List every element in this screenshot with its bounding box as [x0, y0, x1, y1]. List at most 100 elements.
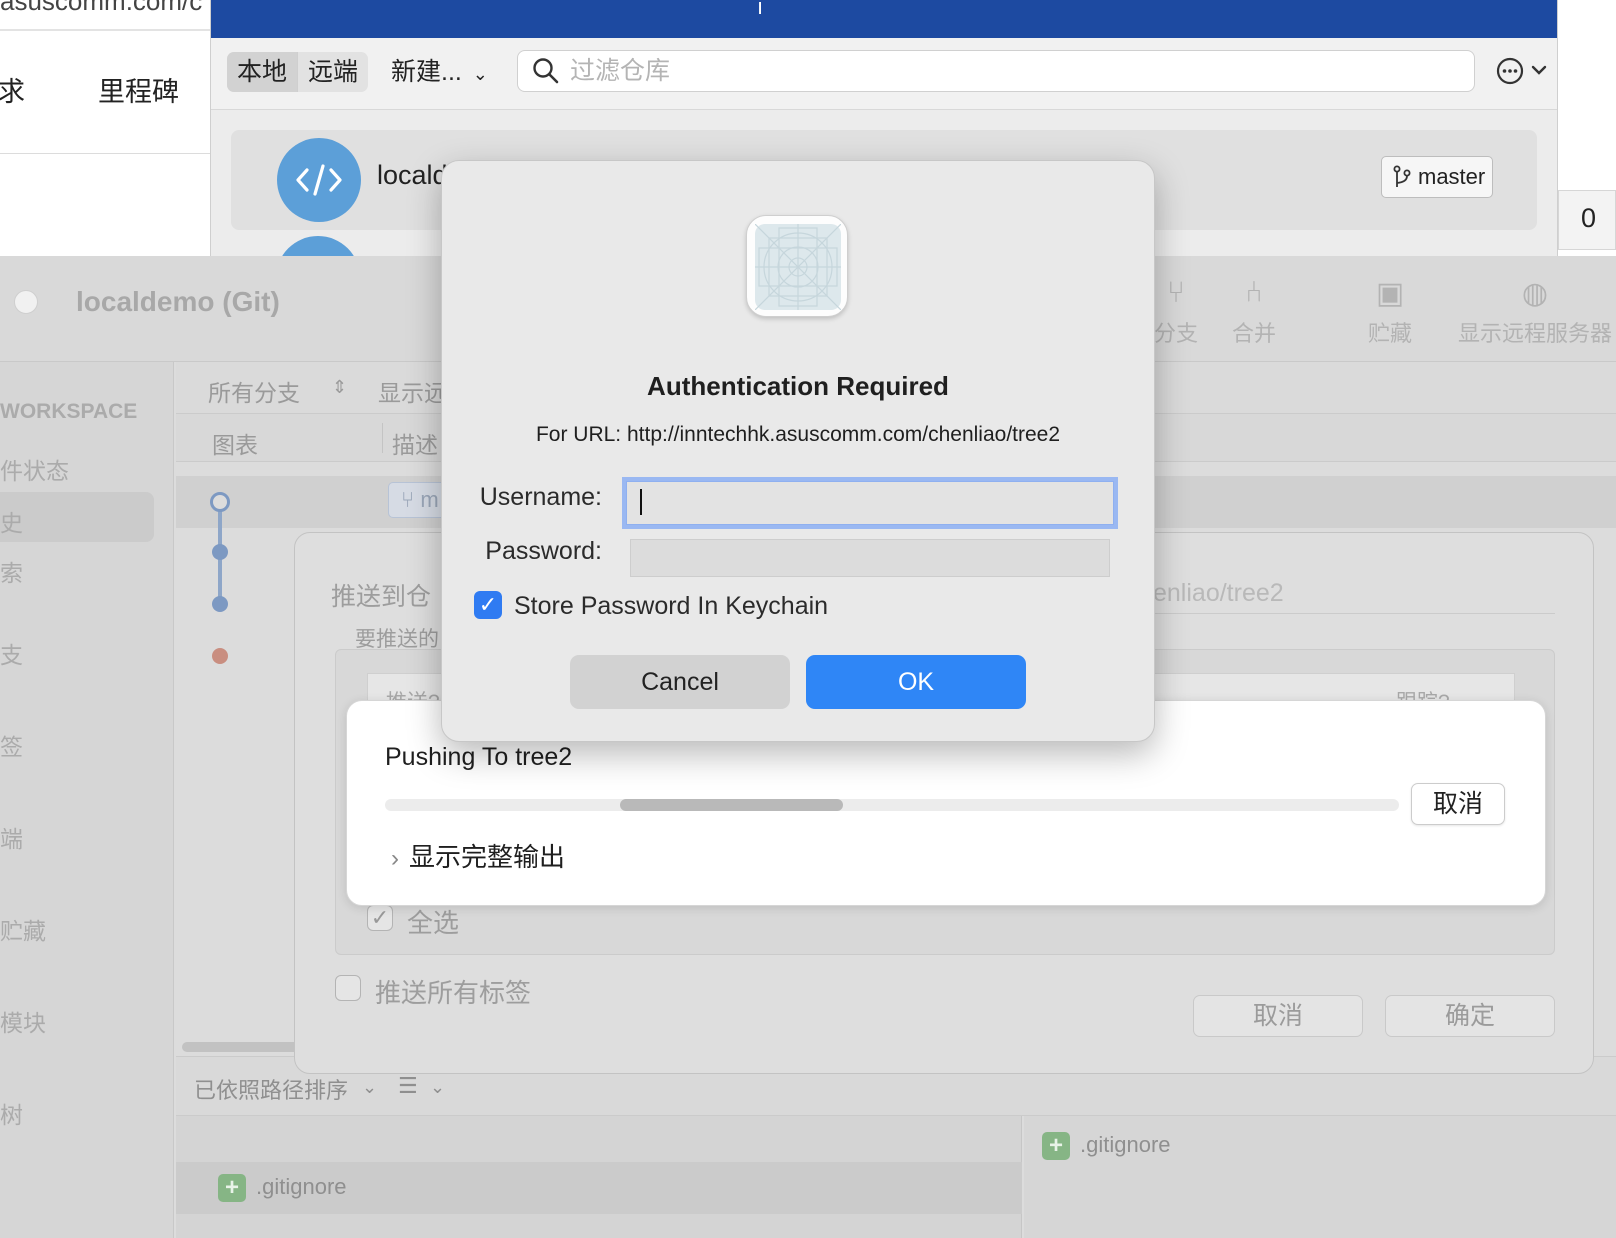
sidebar-item-branches[interactable]: 支 — [0, 636, 23, 670]
globe-icon: ◍ — [1521, 277, 1549, 310]
merge-icon: ⑃ — [1245, 276, 1263, 309]
graph-commit-dot — [212, 648, 228, 664]
sidebar-item-history[interactable]: 史 — [0, 504, 23, 538]
diff-pane: + .gitignore — [1024, 1116, 1616, 1238]
sidebar-item-file-status[interactable]: 件状态 — [0, 452, 69, 486]
column-description[interactable]: 描述 — [392, 426, 438, 460]
filter-repositories-input[interactable] — [570, 55, 1450, 87]
sidebar-item-tags[interactable]: 签 — [0, 728, 23, 762]
username-field[interactable] — [626, 481, 1114, 525]
graph-commit-dot — [212, 544, 228, 560]
toolbar-stash[interactable]: ▣ 贮藏 — [1368, 276, 1412, 348]
toolbar-branch[interactable]: ⑂ 分支 — [1154, 276, 1198, 348]
store-password-checkbox[interactable]: ✓ — [474, 591, 502, 619]
push-all-tags-checkbox[interactable] — [335, 975, 361, 1001]
auth-title: Authentication Required — [647, 371, 949, 401]
toolbar-stash-label: 贮藏 — [1368, 321, 1413, 346]
push-cancel-button[interactable]: 取消 — [1193, 995, 1363, 1037]
all-branches-select[interactable]: 所有分支 — [208, 374, 300, 408]
chevron-down-icon: ⌄ — [472, 64, 488, 84]
graph-commit-dot — [210, 492, 230, 512]
toolbar-merge[interactable]: ⑃ 合并 — [1232, 276, 1276, 348]
progress-title: Pushing To tree2 — [385, 743, 573, 771]
remote-url-fragment: enliao/tree2 — [1153, 579, 1284, 607]
branch-button[interactable]: master — [1381, 156, 1493, 198]
code-icon — [277, 138, 361, 222]
segment-remote[interactable]: 远端 — [297, 52, 368, 92]
window-close-button[interactable] — [14, 290, 38, 314]
repo-browser-titlebar: ı — [211, 0, 1557, 38]
more-options-button[interactable] — [1495, 56, 1553, 91]
side-counter: 0 — [1558, 190, 1616, 250]
graph-commit-dot — [212, 596, 228, 612]
updown-chevron-icon: ⇕ — [332, 377, 348, 397]
sidebar-header-workspace: WORKSPACE — [0, 400, 138, 423]
sidebar-item-submodules[interactable]: 模块 — [0, 1004, 46, 1038]
auth-cancel-button[interactable]: Cancel — [570, 655, 790, 709]
password-input[interactable] — [631, 540, 1109, 576]
auth-url: For URL: http://inntechhk.asuscomm.com/c… — [535, 423, 1061, 446]
chevron-right-icon: › — [391, 845, 399, 872]
progress-cancel-button[interactable]: 取消 — [1411, 783, 1505, 825]
sidebar-item-search[interactable]: 索 — [0, 554, 23, 588]
authentication-dialog: Authentication Required For URL: http://… — [441, 160, 1155, 742]
local-remote-segmented-control[interactable]: 本地 远端 — [227, 52, 369, 92]
username-input[interactable] — [627, 482, 1113, 524]
toolbar-show-remote[interactable]: ◍ 显示远程服务器 — [1458, 276, 1612, 348]
select-all-label: 全选 — [407, 908, 460, 938]
filter-repositories-field[interactable] — [517, 50, 1475, 92]
app-placeholder-icon — [746, 215, 848, 317]
sidebar-item-remotes[interactable]: 端 — [0, 820, 23, 854]
text-caret — [640, 489, 642, 515]
sidebar-selection — [0, 492, 154, 542]
branch-icon: ⑂ — [401, 487, 415, 512]
repository-name: locald — [377, 160, 448, 190]
added-file-icon: + — [1042, 1132, 1070, 1161]
column-graph[interactable]: 图表 — [212, 426, 258, 460]
titlebar-fragment: ı — [757, 0, 764, 19]
added-file-icon: + — [218, 1174, 246, 1203]
sort-by-path-select[interactable]: 已依照路径排序 — [194, 1073, 348, 1105]
new-repo-menu-button[interactable]: 新建... ⌄ — [391, 52, 488, 94]
file-row[interactable]: + .gitignore — [176, 1162, 1022, 1214]
toolbar-show-remote-label: 显示远程服务器 — [1458, 321, 1613, 346]
show-full-output-disclosure[interactable]: › 显示完整输出 — [391, 837, 565, 874]
select-all-checkbox[interactable]: ✓ — [367, 905, 393, 931]
show-remote-select[interactable]: 显示远 — [378, 374, 447, 408]
show-full-output-label: 显示完整输出 — [409, 842, 566, 872]
new-repo-label: 新建... — [391, 58, 462, 86]
divider — [0, 153, 212, 154]
branch-icon: ⑂ — [1167, 276, 1185, 309]
browser-tab-partial[interactable]: 求 — [0, 70, 25, 109]
browser-url-fragment: asuscomm.com/c — [0, 0, 203, 16]
push-ok-button[interactable]: 确定 — [1385, 995, 1555, 1037]
more-icon — [1496, 57, 1547, 85]
push-all-tags-label: 推送所有标签 — [375, 978, 532, 1008]
browser-tab-milestone[interactable]: 里程碑 — [98, 70, 179, 109]
toolbar-merge-label: 合并 — [1232, 321, 1277, 346]
chevron-down-icon: ⌄ — [430, 1077, 446, 1097]
app-title: localdemo (Git) — [76, 286, 280, 317]
stash-icon: ▣ — [1375, 277, 1405, 310]
segment-local[interactable]: 本地 — [227, 52, 298, 92]
chevron-down-icon: ⌄ — [362, 1077, 378, 1097]
progress-bar — [385, 799, 1399, 811]
repo-browser-toolbar: 本地 远端 新建... ⌄ — [211, 38, 1557, 110]
sidebar-item-stashes[interactable]: 贮藏 — [0, 912, 46, 946]
password-field[interactable] — [630, 539, 1110, 577]
sidebar: WORKSPACE 件状态 史 索 支 签 端 贮藏 模块 树 — [0, 362, 174, 1238]
password-label: Password: — [485, 537, 602, 565]
branch-tag-label: m — [420, 487, 439, 512]
column-divider — [382, 423, 383, 453]
background-browser: asuscomm.com/c 求 里程碑 — [0, 0, 212, 260]
sidebar-item-subtrees[interactable]: 树 — [0, 1096, 23, 1130]
file-name: .gitignore — [256, 1174, 347, 1199]
branch-icon — [1393, 165, 1411, 187]
username-label: Username: — [479, 483, 602, 511]
diff-file-name: .gitignore — [1080, 1132, 1171, 1157]
list-view-icon[interactable]: ☰ — [398, 1073, 418, 1099]
toolbar-branch-label: 分支 — [1154, 321, 1199, 346]
auth-ok-button[interactable]: OK — [806, 655, 1026, 709]
store-password-label: Store Password In Keychain — [514, 592, 829, 620]
side-counter-value: 0 — [1581, 203, 1597, 233]
